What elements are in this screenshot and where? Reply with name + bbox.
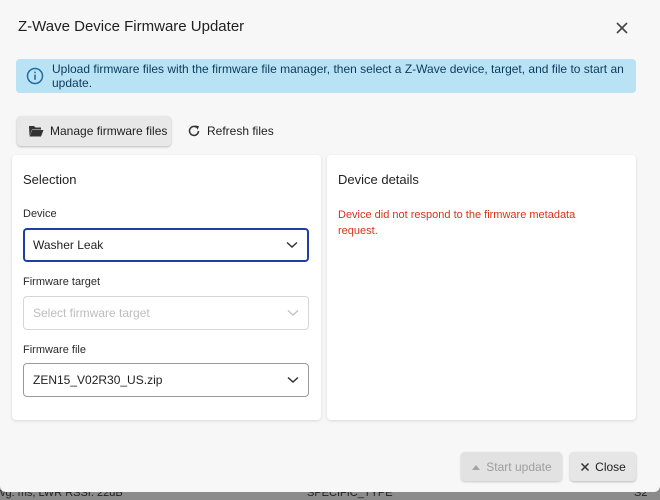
firmware-updater-dialog: Z-Wave Device Firmware Updater Upload fi… <box>0 0 660 492</box>
refresh-icon <box>187 124 201 138</box>
device-select-value: Washer Leak <box>33 238 104 252</box>
chevron-down-icon <box>287 309 299 317</box>
close-icon <box>616 22 628 34</box>
close-label: Close <box>595 459 626 474</box>
selection-title: Selection <box>23 172 77 187</box>
selection-card: Selection Device Washer Leak Firmware ta… <box>12 155 321 420</box>
info-icon <box>26 67 44 85</box>
chevron-down-icon <box>287 376 299 384</box>
start-update-button: Start update <box>461 452 562 481</box>
firmware-file-select[interactable]: ZEN15_V02R30_US.zip <box>23 363 309 397</box>
device-details-card: Device details Device did not respond to… <box>327 155 636 420</box>
device-select[interactable]: Washer Leak <box>23 228 309 262</box>
firmware-file-label: Firmware file <box>23 344 86 356</box>
dialog-close-button[interactable] <box>612 18 632 38</box>
start-update-label: Start update <box>486 459 552 474</box>
manage-firmware-files-label: Manage firmware files <box>50 124 168 138</box>
chevron-down-icon <box>286 241 298 249</box>
device-details-title: Device details <box>338 172 419 187</box>
close-button[interactable]: Close <box>570 452 636 481</box>
firmware-target-placeholder: Select firmware target <box>33 306 150 320</box>
folder-open-icon <box>28 124 44 138</box>
info-banner-text: Upload firmware files with the firmware … <box>52 62 624 90</box>
dialog-title: Z-Wave Device Firmware Updater <box>18 18 245 35</box>
refresh-files-label: Refresh files <box>207 124 274 138</box>
refresh-files-button[interactable]: Refresh files <box>180 116 278 146</box>
firmware-target-label: Firmware target <box>23 276 101 288</box>
upload-icon <box>471 463 481 471</box>
close-icon <box>580 462 590 472</box>
device-label: Device <box>23 208 57 220</box>
device-error-message: Device did not respond to the firmware m… <box>338 209 576 237</box>
info-banner: Upload firmware files with the firmware … <box>16 59 636 93</box>
firmware-file-value: ZEN15_V02R30_US.zip <box>33 373 163 387</box>
manage-firmware-files-button[interactable]: Manage firmware files <box>17 116 171 146</box>
firmware-target-select: Select firmware target <box>23 296 309 330</box>
